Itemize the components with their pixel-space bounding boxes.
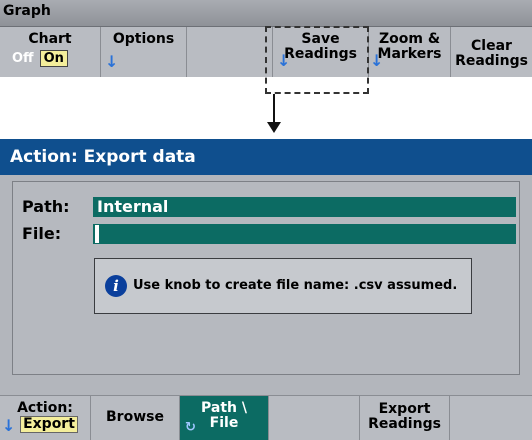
export-line2: Readings (368, 416, 441, 432)
path-file-line1: Path \ (201, 400, 247, 416)
chart-softkey[interactable]: Chart Off On (0, 27, 101, 77)
zoom-line1: Zoom & (378, 31, 441, 47)
refresh-icon: ↻ (185, 420, 196, 435)
export-readings-softkey[interactable]: Export Readings (360, 396, 450, 440)
browse-softkey[interactable]: Browse (91, 396, 180, 440)
chart-toggle: Off On (12, 50, 68, 67)
callout-pointer-line (273, 94, 275, 125)
clear-readings-softkey[interactable]: Clear Readings (451, 27, 532, 77)
file-name-field[interactable] (93, 224, 516, 244)
info-icon: i (105, 275, 127, 297)
callout-arrowhead-icon (267, 122, 281, 133)
info-message-text: Use knob to create file name: .csv assum… (133, 278, 458, 293)
browse-label: Browse (106, 409, 164, 425)
empty-softkey[interactable] (450, 396, 532, 440)
text-cursor (95, 225, 99, 243)
info-message-box: i Use knob to create file name: .csv ass… (94, 258, 472, 314)
path-field[interactable]: Internal (93, 197, 516, 217)
action-value: Export (20, 416, 78, 433)
options-softkey[interactable]: Options ↓ (101, 27, 187, 77)
action-softkey[interactable]: Action: Export ↓ (0, 396, 91, 440)
zoom-markers-softkey[interactable]: Zoom & Markers ↓ (369, 27, 451, 77)
down-arrow-icon: ↓ (105, 52, 119, 71)
clear-line2: Readings (455, 53, 528, 69)
path-file-softkey[interactable]: Path \ File ↻ (180, 396, 269, 440)
callout-dashed-box (265, 26, 369, 94)
dialog-title-bar: Action: Export data (0, 139, 532, 175)
empty-softkey[interactable] (187, 27, 273, 77)
empty-softkey[interactable] (269, 396, 360, 440)
dialog-title: Action: Export data (10, 147, 196, 167)
export-line1: Export (378, 401, 431, 417)
graph-title-text: Graph (3, 3, 51, 19)
chart-on-option: On (39, 50, 68, 67)
chart-label: Chart (28, 31, 72, 47)
path-label: Path: (22, 197, 70, 216)
down-arrow-icon: ↓ (370, 51, 384, 70)
down-arrow-icon: ↓ (2, 416, 16, 435)
file-label: File: (22, 224, 62, 243)
clear-line1: Clear (471, 38, 512, 54)
graph-menu-title: Graph (0, 0, 532, 27)
options-label: Options (112, 31, 175, 47)
action-label: Action: (17, 400, 73, 416)
chart-off-option: Off (12, 51, 34, 66)
action-softkey-bar: Action: Export ↓ Browse Path \ File ↻ Ex… (0, 395, 532, 440)
